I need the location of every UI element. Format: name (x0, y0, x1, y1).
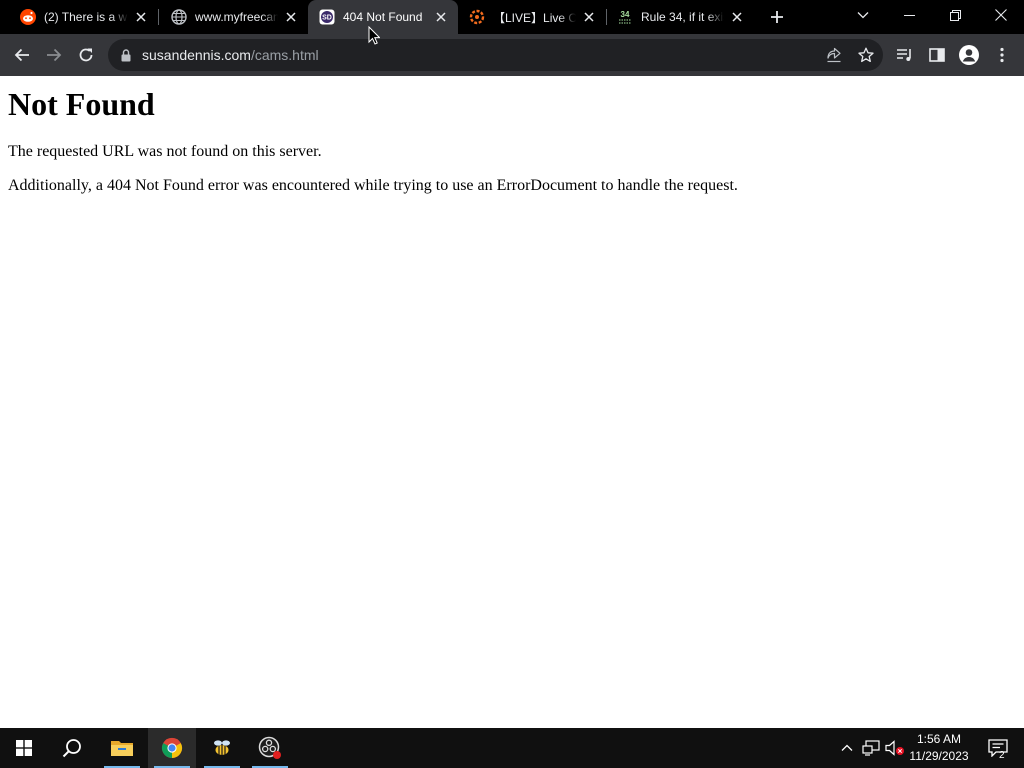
bee-app-icon (214, 740, 230, 755)
file-explorer-icon (111, 741, 133, 756)
chrome-icon (161, 737, 183, 759)
tab-myfreecams[interactable]: www.myfreecams (151, 0, 308, 34)
share-icon[interactable] (822, 43, 846, 67)
search-icon (62, 739, 81, 758)
rule34-icon: 34 (617, 9, 633, 25)
tab-title: 404 Not Found (343, 10, 423, 24)
clock[interactable]: 1:56 AM 11/29/2023 (904, 731, 974, 765)
start-button[interactable] (0, 728, 48, 768)
menu-button[interactable] (986, 39, 1018, 71)
show-hidden-icons-button[interactable] (837, 738, 857, 758)
notification-count: 2 (999, 750, 1005, 761)
error-detail: Additionally, a 404 Not Found error was … (8, 177, 738, 194)
browser-toolbar: susandennis.com/cams.html (0, 34, 1024, 76)
tab-title: www.myfreecams (195, 10, 278, 24)
tab-strip: (2) There is a w www.myfreecams SD 404 N… (0, 0, 1024, 34)
close-tab-icon[interactable] (728, 8, 746, 26)
lock-icon[interactable] (120, 48, 132, 62)
volume-button[interactable] (885, 738, 905, 758)
tab-reddit[interactable]: (2) There is a w (0, 0, 158, 34)
tab-live-cam[interactable]: 【LIVE】Live Cam (449, 0, 606, 34)
url-text[interactable]: susandennis.com/cams.html (142, 47, 319, 63)
tab-title: (2) There is a w (44, 10, 128, 24)
close-window-button[interactable] (978, 0, 1024, 30)
obs-button[interactable] (246, 728, 294, 768)
reload-button[interactable] (70, 39, 102, 71)
restore-button[interactable] (932, 0, 978, 30)
avatar-icon (959, 45, 979, 65)
arrow-right-icon (47, 48, 62, 62)
chrome-button[interactable] (148, 728, 196, 768)
globe-icon (171, 9, 187, 25)
network-button[interactable] (861, 738, 881, 758)
livecam-icon (469, 9, 485, 25)
clock-date: 11/29/2023 (909, 749, 969, 763)
file-explorer-button[interactable] (98, 728, 146, 768)
tab-rule34[interactable]: 34 Rule 34, if it exists (597, 0, 754, 34)
back-button[interactable] (6, 39, 38, 71)
side-panel-button[interactable] (921, 39, 953, 71)
tab-title: Rule 34, if it exists (641, 10, 724, 24)
close-tab-icon[interactable] (432, 8, 450, 26)
media-playlist-icon (897, 49, 911, 61)
search-button[interactable] (48, 728, 96, 768)
clock-time: 1:56 AM (916, 732, 962, 746)
taskbar: 1:56 AM 11/29/2023 2 (0, 728, 1024, 768)
kebab-menu-icon (1000, 47, 1004, 63)
site-sd-icon: SD (319, 9, 335, 25)
close-tab-icon[interactable] (580, 8, 598, 26)
side-panel-icon (929, 48, 945, 62)
mouse-cursor-icon (368, 26, 380, 45)
url-host: susandennis.com (142, 47, 251, 63)
new-tab-button[interactable] (766, 6, 788, 28)
address-bar[interactable]: susandennis.com/cams.html (108, 39, 883, 71)
reload-icon (79, 48, 93, 62)
bee-app-button[interactable] (198, 728, 246, 768)
start-icon (16, 740, 32, 756)
plus-icon (771, 11, 783, 23)
page-title: Not Found (8, 86, 155, 122)
chevron-down-icon (857, 12, 869, 19)
chevron-up-icon (841, 744, 853, 751)
close-icon (995, 9, 1007, 21)
svg-text:34: 34 (621, 10, 630, 19)
close-tab-icon[interactable] (282, 8, 300, 26)
restore-icon (949, 9, 961, 21)
close-tab-icon[interactable] (132, 8, 150, 26)
action-center-button[interactable]: 2 (978, 728, 1018, 768)
reddit-icon (20, 9, 36, 25)
url-path: /cams.html (250, 47, 319, 63)
profile-button[interactable] (953, 39, 985, 71)
page-content: Not Found The requested URL was not foun… (0, 76, 1024, 728)
bookmark-star-icon[interactable] (854, 43, 878, 67)
tab-404-not-found[interactable]: SD 404 Not Found (308, 0, 458, 34)
minimize-icon (903, 14, 915, 16)
forward-button[interactable] (38, 39, 70, 71)
media-control-button[interactable] (889, 39, 921, 71)
minimize-button[interactable] (886, 0, 932, 30)
network-icon (862, 740, 880, 756)
volume-muted-icon (885, 740, 904, 756)
tab-search-button[interactable] (840, 0, 886, 30)
svg-text:SD: SD (322, 15, 332, 22)
notification-icon (988, 739, 1008, 757)
arrow-left-icon (14, 48, 29, 62)
obs-icon (258, 736, 281, 759)
tab-title: 【LIVE】Live Cam (493, 10, 576, 25)
error-message: The requested URL was not found on this … (8, 143, 322, 160)
